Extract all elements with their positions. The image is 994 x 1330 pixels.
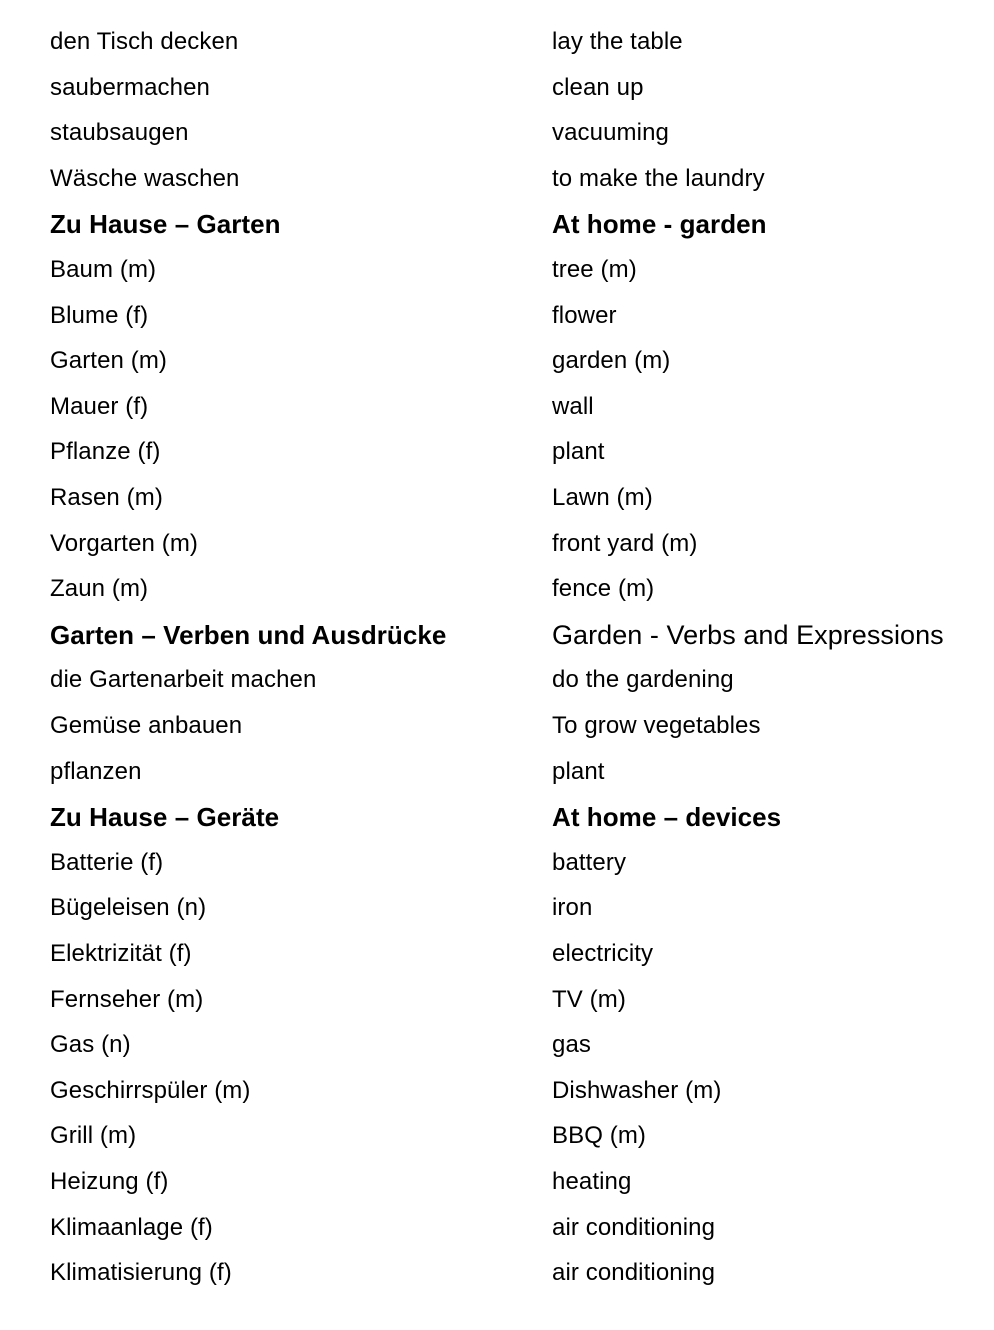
english-translation: BBQ (m): [552, 1122, 647, 1150]
english-translation: TV (m): [552, 985, 626, 1013]
german-term: Wäsche waschen: [50, 164, 240, 192]
section-heading-row: Garten – Verben und Ausdrücke Garden - Ve…: [0, 619, 994, 665]
vocabulary-row: Gemüse anbauen To grow vegetables: [0, 710, 994, 756]
english-translation: Dishwasher (m): [552, 1076, 722, 1104]
german-term: Klimaanlage (f): [50, 1213, 213, 1241]
german-term: die Gartenarbeit machen: [50, 666, 317, 694]
vocabulary-row: staubsaugen vacuuming: [0, 117, 994, 163]
english-translation: to make the laundry: [552, 164, 765, 192]
english-translation: electricity: [552, 940, 654, 967]
vocabulary-row: Bügeleisen (n) iron: [0, 892, 994, 938]
english-translation: garden (m): [552, 347, 671, 375]
english-translation: do the gardening: [552, 666, 734, 694]
german-term: Klimatisierung (f): [50, 1259, 232, 1287]
vocabulary-row: Gas (n) gas: [0, 1029, 994, 1075]
vocabulary-row: saubermachen clean up: [0, 72, 994, 118]
section-heading-german: Zu Hause – Garten: [50, 209, 281, 240]
english-translation: Lawn (m): [552, 484, 653, 511]
section-heading-english: At home - garden: [552, 209, 767, 240]
vocabulary-glossary-page: den Tisch decken lay the table saubermache…: [0, 0, 994, 1330]
german-term: den Tisch decken: [50, 28, 239, 55]
english-translation: plant: [552, 438, 605, 466]
vocabulary-row: Garten (m) garden (m): [0, 345, 994, 391]
section-heading-english: At home – devices: [552, 802, 782, 833]
english-translation: plant: [552, 757, 605, 785]
german-term: Mauer (f): [50, 392, 149, 420]
german-term: Geschirrspüler (m): [50, 1076, 251, 1104]
section-heading-row: Zu Hause – Garten At home - garden: [0, 208, 994, 254]
vocabulary-row: Heizung (f) heating: [0, 1166, 994, 1212]
german-term: Elektrizität (f): [50, 940, 192, 967]
english-translation: lay the table: [552, 28, 683, 55]
german-term: Grill (m): [50, 1122, 137, 1150]
german-term: Pflanze (f): [50, 438, 161, 466]
english-translation: wall: [552, 392, 594, 420]
vocabulary-row: Baum (m) tree (m): [0, 254, 994, 300]
english-translation: clean up: [552, 73, 644, 101]
vocabulary-row: Geschirrspüler (m) Dishwasher (m): [0, 1075, 994, 1121]
english-translation: battery: [552, 848, 627, 876]
vocabulary-row: den Tisch decken lay the table: [0, 26, 994, 72]
vocabulary-row: Pflanze (f) plant: [0, 436, 994, 482]
german-term: Rasen (m): [50, 484, 163, 511]
vocabulary-row: Grill (m) BBQ (m): [0, 1120, 994, 1166]
english-translation: iron: [552, 894, 593, 922]
german-term: Batterie (f): [50, 848, 164, 876]
german-term: pflanzen: [50, 757, 142, 785]
german-term: Blume (f): [50, 301, 149, 329]
vocabulary-row: Mauer (f) wall: [0, 391, 994, 437]
section-heading-german: Zu Hause – Geräte: [50, 802, 280, 833]
german-term: Fernseher (m): [50, 985, 204, 1013]
english-translation: gas: [552, 1031, 591, 1059]
section-heading-english: Garden - Verbs and Expressions: [552, 619, 944, 650]
english-translation: air conditioning: [552, 1213, 716, 1241]
german-term: Vorgarten (m): [50, 529, 199, 557]
german-term: Garten (m): [50, 347, 168, 375]
german-term: staubsaugen: [50, 119, 189, 147]
german-term: Baum (m): [50, 256, 157, 283]
vocabulary-row: pflanzen plant: [0, 756, 994, 802]
english-translation: flower: [552, 301, 617, 329]
vocabulary-row: Zaun (m) fence (m): [0, 573, 994, 619]
english-translation: air conditioning: [552, 1259, 716, 1287]
german-term: Zaun (m): [50, 575, 149, 603]
german-term: Bügeleisen (n): [50, 894, 207, 922]
vocabulary-row: Rasen (m) Lawn (m): [0, 482, 994, 528]
english-translation: To grow vegetables: [552, 712, 761, 739]
vocabulary-row: Klimaanlage (f) air conditioning: [0, 1212, 994, 1258]
german-term: Gemüse anbauen: [50, 712, 243, 739]
vocabulary-row: Vorgarten (m) front yard (m): [0, 528, 994, 574]
vocabulary-row: die Gartenarbeit machen do the gardening: [0, 664, 994, 710]
section-heading-row: Zu Hause – Geräte At home – devices: [0, 801, 994, 847]
german-term: Heizung (f): [50, 1168, 169, 1195]
english-translation: heating: [552, 1168, 632, 1195]
vocabulary-row: Fernseher (m) TV (m): [0, 984, 994, 1030]
vocabulary-row: Wäsche waschen to make the laundry: [0, 163, 994, 209]
vocabulary-row: Klimatisierung (f) air conditioning: [0, 1257, 994, 1303]
english-translation: vacuuming: [552, 119, 669, 147]
vocabulary-row: Elektrizität (f) electricity: [0, 938, 994, 984]
english-translation: tree (m): [552, 256, 637, 283]
english-translation: fence (m): [552, 575, 655, 603]
vocabulary-row: Blume (f) flower: [0, 300, 994, 346]
german-term: saubermachen: [50, 73, 210, 101]
german-term: Gas (n): [50, 1031, 131, 1059]
vocabulary-row: Batterie (f) battery: [0, 847, 994, 893]
section-heading-german: Garten – Verben und Ausdrücke: [50, 619, 447, 650]
english-translation: front yard (m): [552, 529, 698, 557]
